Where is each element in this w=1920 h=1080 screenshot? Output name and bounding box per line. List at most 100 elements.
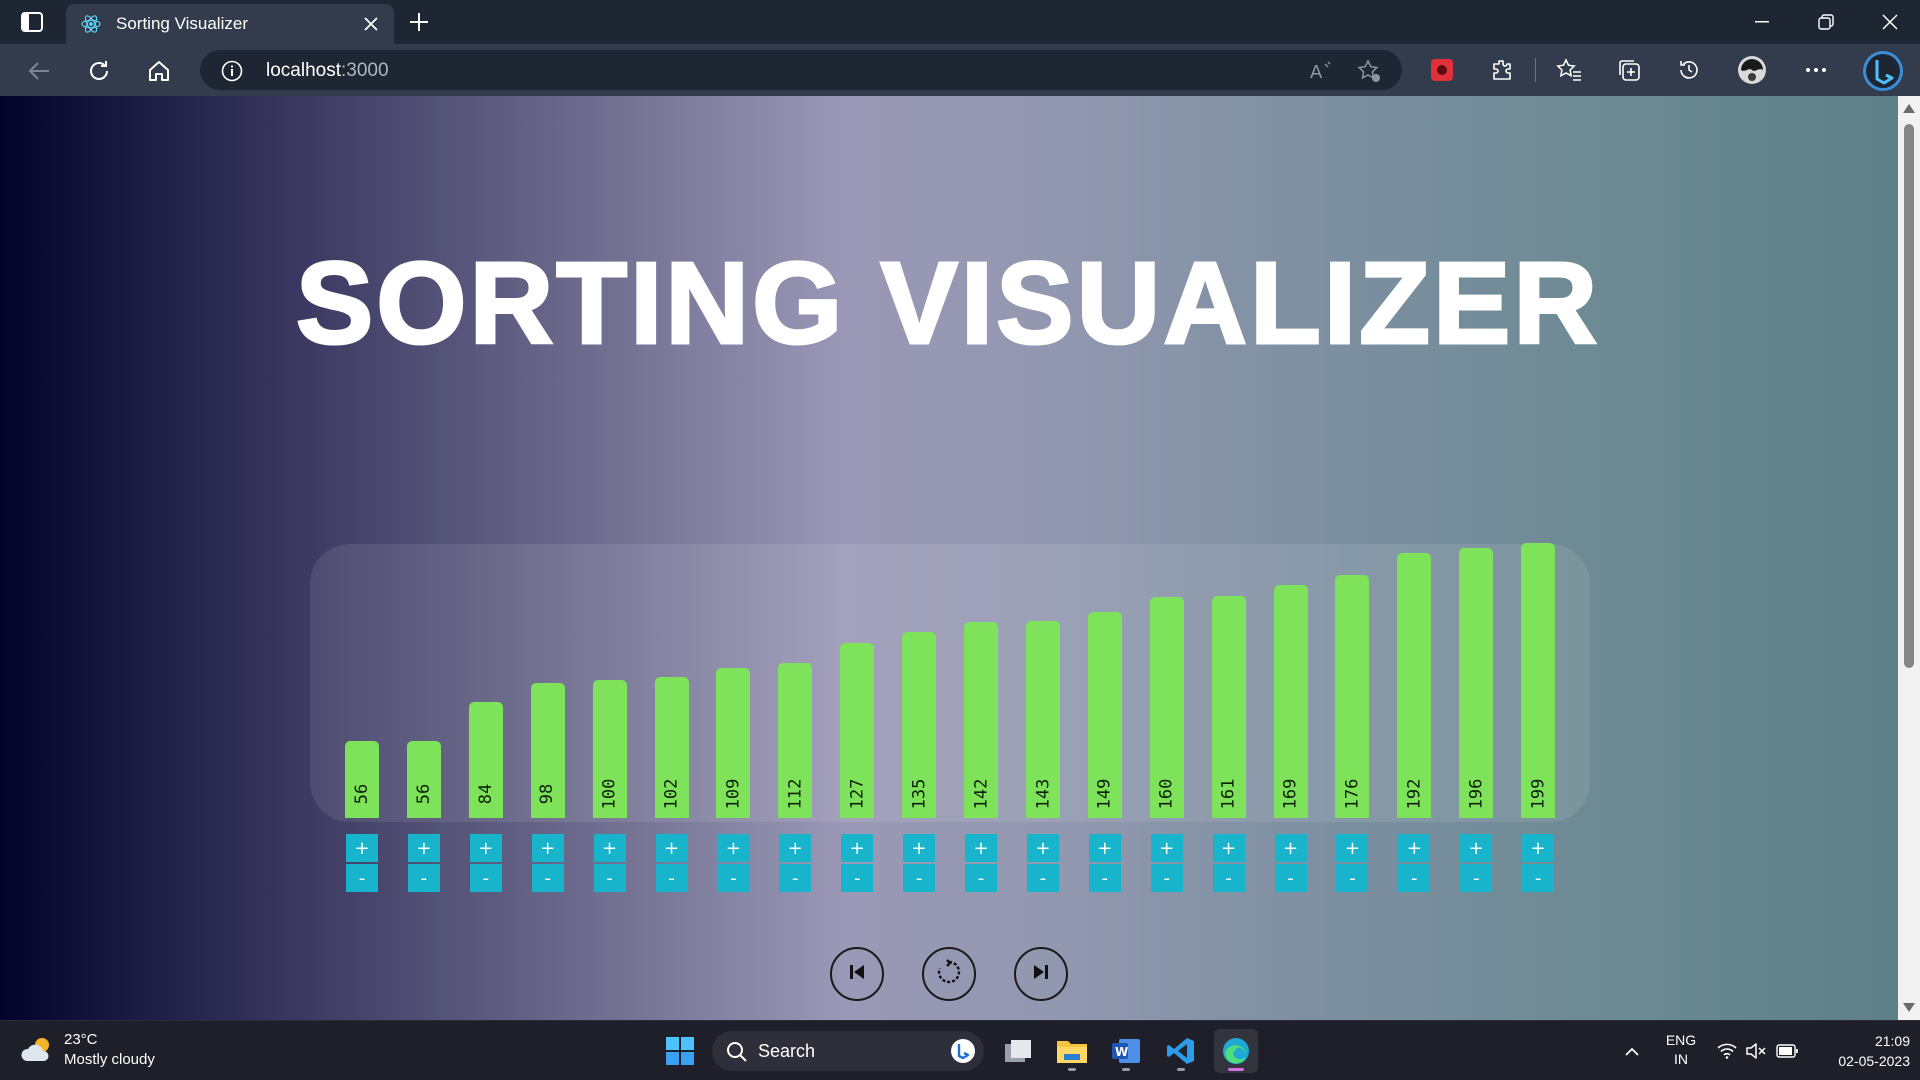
extension-red-icon[interactable]	[1427, 55, 1457, 85]
increment-button[interactable]: +	[593, 834, 626, 862]
increment-button[interactable]: +	[1212, 834, 1245, 862]
decrement-button[interactable]: -	[469, 864, 502, 892]
decrement-button[interactable]: -	[717, 864, 750, 892]
increment-button[interactable]: +	[1150, 834, 1183, 862]
back-icon[interactable]	[24, 56, 54, 86]
increment-button[interactable]: +	[346, 834, 378, 862]
search-label: Search	[758, 1041, 816, 1061]
scroll-down-icon[interactable]	[1903, 1003, 1915, 1012]
increment-button[interactable]: +	[903, 834, 936, 862]
battery-icon[interactable]	[1775, 1039, 1799, 1063]
vertical-scrollbar[interactable]	[1898, 96, 1920, 1020]
scroll-up-icon[interactable]	[1903, 104, 1915, 113]
wifi-icon[interactable]	[1715, 1039, 1739, 1063]
more-options-icon[interactable]	[1801, 55, 1831, 85]
decrement-button[interactable]: -	[779, 864, 812, 892]
increment-button[interactable]: +	[1274, 834, 1307, 862]
decrement-button[interactable]: -	[1398, 864, 1431, 892]
bing-copilot-icon[interactable]	[1862, 50, 1904, 92]
increment-button[interactable]: +	[531, 834, 564, 862]
home-icon[interactable]	[144, 56, 174, 86]
address-bar[interactable]: localhost:3000 A	[200, 50, 1402, 90]
increment-button[interactable]: +	[407, 834, 440, 862]
volume-muted-icon[interactable]	[1744, 1039, 1768, 1063]
active-indicator	[1228, 1068, 1244, 1071]
decrement-button[interactable]: -	[1274, 864, 1307, 892]
decrement-button[interactable]: -	[1150, 864, 1183, 892]
decrement-button[interactable]: -	[1088, 864, 1121, 892]
increment-button[interactable]: +	[655, 834, 688, 862]
tab-title: Sorting Visualizer	[116, 14, 248, 33]
decrement-button[interactable]: -	[593, 864, 626, 892]
tab-sorting-visualizer[interactable]: Sorting Visualizer	[66, 4, 394, 44]
favorites-icon[interactable]	[1554, 55, 1584, 85]
decrement-button[interactable]: -	[1026, 864, 1059, 892]
reset-icon	[936, 958, 962, 990]
increment-button[interactable]: +	[717, 834, 750, 862]
decrement-button[interactable]: -	[1522, 864, 1555, 892]
toolbar-divider	[1535, 58, 1536, 82]
browser-title-bar: Sorting Visualizer	[0, 0, 1920, 44]
restore-icon[interactable]	[1804, 6, 1848, 38]
read-aloud-icon[interactable]: A	[1308, 58, 1334, 84]
show-hidden-icons-icon[interactable]	[1620, 1039, 1644, 1063]
weather-temperature[interactable]: 23°C	[64, 1031, 98, 1048]
vscode-icon[interactable]	[1159, 1029, 1203, 1073]
decrement-button[interactable]: -	[531, 864, 564, 892]
cloudy-weather-icon[interactable]	[20, 1035, 56, 1065]
increment-button[interactable]: +	[841, 834, 874, 862]
new-tab-icon[interactable]	[406, 9, 432, 35]
scroll-thumb[interactable]	[1904, 124, 1914, 668]
search-icon	[726, 1041, 748, 1063]
task-view-icon[interactable]	[996, 1029, 1040, 1073]
increment-button[interactable]: +	[1336, 834, 1369, 862]
step-forward-button[interactable]	[1014, 947, 1068, 1001]
increment-button[interactable]: +	[469, 834, 502, 862]
sidebar-toggle-icon[interactable]	[18, 10, 46, 34]
close-window-icon[interactable]	[1868, 6, 1912, 38]
close-tab-icon[interactable]	[360, 13, 382, 35]
running-indicator	[1068, 1068, 1076, 1071]
add-favorite-icon[interactable]	[1356, 58, 1382, 84]
weather-description[interactable]: Mostly cloudy	[64, 1051, 155, 1068]
decrement-button[interactable]: -	[407, 864, 440, 892]
step-forward-icon	[1031, 962, 1051, 987]
increment-button[interactable]: +	[1522, 834, 1555, 862]
clock[interactable]: 21:09 02-05-2023	[1806, 1031, 1910, 1071]
minimize-icon[interactable]	[1740, 6, 1784, 38]
decrement-button[interactable]: -	[903, 864, 936, 892]
file-explorer-icon[interactable]	[1050, 1029, 1094, 1073]
increment-button[interactable]: +	[1026, 834, 1059, 862]
decrement-button[interactable]: -	[346, 864, 378, 892]
decrement-button[interactable]: -	[1212, 864, 1245, 892]
page-viewport: SORTING VISUALIZER 56 + -56 + -84 + -98 + -100 + -…	[0, 96, 1920, 1020]
step-backward-button[interactable]	[830, 947, 884, 1001]
profile-avatar-icon[interactable]	[1737, 55, 1767, 85]
reset-button[interactable]	[922, 947, 976, 1001]
increment-button[interactable]: +	[779, 834, 812, 862]
decrement-button[interactable]: -	[655, 864, 688, 892]
language-indicator[interactable]: ENG IN	[1660, 1031, 1702, 1069]
increment-button[interactable]: +	[1398, 834, 1431, 862]
collections-icon[interactable]	[1614, 55, 1644, 85]
extensions-icon[interactable]	[1487, 55, 1517, 85]
edge-browser-icon[interactable]	[1214, 1029, 1258, 1073]
increment-button[interactable]: +	[965, 834, 997, 862]
decrement-button[interactable]: -	[1336, 864, 1369, 892]
decrement-button[interactable]: -	[965, 864, 997, 892]
decrement-button[interactable]: -	[1460, 864, 1493, 892]
clock-time: 21:09	[1874, 1033, 1910, 1049]
refresh-icon[interactable]	[84, 56, 114, 86]
site-info-icon[interactable]	[220, 59, 244, 83]
increment-button[interactable]: +	[1088, 834, 1121, 862]
word-icon[interactable]: W	[1104, 1029, 1148, 1073]
start-button[interactable]	[658, 1029, 702, 1073]
taskbar-search[interactable]: Search	[712, 1031, 984, 1071]
page-title: SORTING VISUALIZER	[294, 237, 1601, 370]
decrement-button[interactable]: -	[841, 864, 874, 892]
bing-icon[interactable]	[950, 1038, 976, 1064]
increment-button[interactable]: +	[1460, 834, 1493, 862]
browser-toolbar: localhost:3000 A	[0, 44, 1920, 96]
history-icon[interactable]	[1674, 55, 1704, 85]
react-logo-icon	[80, 13, 102, 35]
